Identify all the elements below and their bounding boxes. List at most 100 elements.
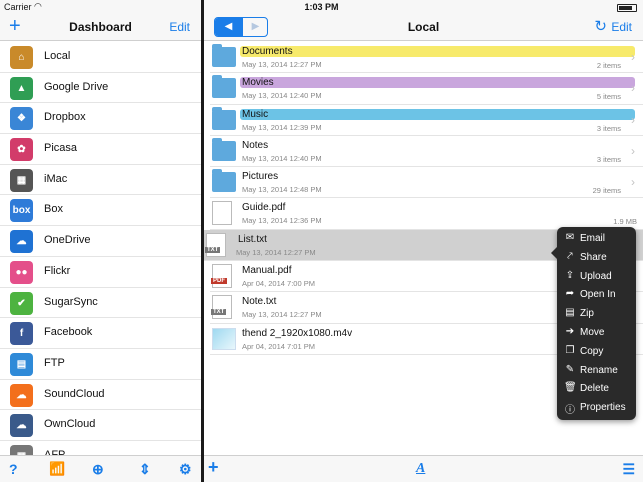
file-name: thend 2_1920x1080.m4v	[242, 327, 353, 339]
service-item[interactable]: ☁ OwnCloud	[0, 410, 201, 441]
service-label: OneDrive	[44, 234, 91, 247]
menu-item-rename[interactable]: ✎ Rename	[557, 361, 636, 380]
menu-item-label: Zip	[580, 308, 594, 320]
file-date: May 13, 2014 12:40 PM	[242, 91, 322, 101]
clock: 1:03 PM	[304, 2, 339, 12]
service-item[interactable]: ▲ Google Drive	[0, 73, 201, 104]
folder-row[interactable]: Music May 13, 2014 12:39 PM 3 items ›	[210, 105, 643, 136]
file-date: May 13, 2014 12:27 PM	[242, 310, 322, 320]
service-item[interactable]: ▤ FTP	[0, 349, 201, 380]
menu-item-label: Rename	[580, 364, 618, 376]
service-item[interactable]: ⌂ Local	[0, 42, 201, 73]
onedrive-icon: ☁	[10, 230, 33, 254]
menu-item-move[interactable]: ➔ Move	[557, 323, 636, 342]
menu-item-upload[interactable]: ⇪ Upload	[557, 267, 636, 286]
imac-icon: ▦	[10, 168, 33, 192]
folder-icon	[212, 137, 236, 161]
file-date: May 13, 2014 12:36 PM	[242, 216, 322, 226]
rename-icon: ✎	[565, 363, 575, 375]
email-icon: ✉	[565, 232, 575, 243]
folder-row[interactable]: Documents May 13, 2014 12:27 PM 2 items ›	[210, 42, 643, 74]
info-icon: ⓘ	[565, 405, 575, 417]
service-label: Box	[44, 203, 63, 216]
menu-item-open-in[interactable]: ➦ Open In	[557, 285, 636, 304]
service-item[interactable]: ❖ Dropbox	[0, 103, 201, 135]
battery-icon	[617, 4, 637, 12]
menu-item-label: Properties	[580, 402, 626, 414]
folder-row[interactable]: Movies May 13, 2014 12:40 PM 5 items ›	[210, 73, 643, 105]
picasa-icon: ✿	[10, 138, 33, 162]
menu-item-label: Email	[580, 233, 606, 244]
add-file-button[interactable]: +	[208, 458, 219, 476]
owncloud-icon: ☁	[10, 414, 33, 438]
service-label: Flickr	[44, 264, 71, 277]
file-date: Apr 04, 2014 7:00 PM	[242, 279, 315, 289]
menu-icon[interactable]: ☰	[622, 460, 635, 478]
file-date: May 13, 2014 12:27 PM	[242, 60, 322, 69]
service-item[interactable]: ●● Flickr	[0, 257, 201, 288]
folder-icon	[212, 75, 236, 99]
wifi-icon[interactable]: 📶	[49, 460, 65, 478]
service-item[interactable]: f Facebook	[0, 318, 201, 349]
menu-item-zip[interactable]: ▤ Zip	[557, 304, 636, 323]
menu-item-delete[interactable]: 🗑 Delete	[557, 379, 636, 398]
menu-item-label: Share	[580, 251, 607, 263]
service-item[interactable]: ✿ Picasa	[0, 134, 201, 165]
file-name: Music	[240, 108, 635, 120]
globe-icon[interactable]: ⊕	[92, 460, 104, 478]
dashboard-panel: + Dashboard Edit ⌂ Local ▲ Google Drive ❖ Dro…	[0, 14, 201, 482]
chevron-right-icon: ›	[631, 81, 635, 96]
chevron-right-icon: ›	[631, 50, 635, 64]
file-row[interactable]: Guide.pdf May 13, 2014 12:36 PM 1.9 MB	[210, 198, 643, 230]
chevron-right-icon: ›	[631, 143, 635, 158]
ftp-icon: ▤	[10, 352, 33, 376]
service-item[interactable]: box Box	[0, 195, 201, 227]
gear-icon[interactable]: ⚙	[179, 460, 192, 478]
file-date: May 13, 2014 12:40 PM	[242, 153, 322, 163]
service-item[interactable]: ✔ SugarSync	[0, 288, 201, 319]
service-item[interactable]: ▦ iMac	[0, 165, 201, 196]
service-item[interactable]: ☁ SoundCloud	[0, 380, 201, 411]
menu-item-label: Upload	[580, 270, 612, 282]
service-label: Dropbox	[44, 111, 86, 124]
menu-item-properties[interactable]: ⓘ Properties	[557, 398, 636, 417]
file-name: Note.txt	[242, 296, 277, 308]
chevron-right-icon: ›	[631, 112, 635, 127]
local-icon: ⌂	[10, 46, 33, 69]
folder-title: Local	[407, 20, 440, 34]
dashboard-navbar: + Dashboard Edit	[0, 14, 201, 41]
file-name: Pictures	[242, 171, 279, 183]
soundcloud-icon: ☁	[10, 383, 33, 407]
text-file-icon: TXT	[205, 232, 226, 257]
file-type-tag: TXT	[205, 246, 221, 253]
menu-item-email[interactable]: ✉ Email	[557, 229, 636, 248]
file-meta: 1.9 MB	[613, 217, 637, 227]
video-thumbnail	[212, 327, 236, 350]
move-icon: ➔	[565, 325, 575, 337]
file-name: List.txt	[238, 233, 267, 245]
service-label: Google Drive	[44, 80, 109, 93]
folder-row[interactable]: Notes May 13, 2014 12:40 PM 3 items ›	[210, 136, 643, 168]
service-label: iMac	[44, 172, 68, 185]
folder-icon	[212, 106, 236, 130]
menu-item-label: Delete	[580, 383, 609, 395]
font-icon[interactable]: A	[416, 460, 425, 478]
delete-icon: 🗑	[564, 382, 577, 394]
flickr-icon: ●●	[10, 260, 33, 284]
help-button[interactable]: ?	[9, 460, 18, 478]
service-list: ⌂ Local ▲ Google Drive ❖ Dropbox ✿ Picasa ▦ iMac b…	[0, 42, 201, 472]
file-edit-button[interactable]: Edit	[611, 20, 632, 34]
menu-item-share[interactable]: ⤤ Share	[557, 248, 636, 267]
share-icon: ⤤	[567, 250, 573, 262]
menu-item-copy[interactable]: ❐ Copy	[557, 342, 636, 361]
refresh-icon[interactable]: ↻	[594, 17, 607, 37]
folder-row[interactable]: Pictures May 13, 2014 12:48 PM 29 items ›	[210, 167, 643, 199]
google-drive-icon: ▲	[10, 76, 33, 100]
service-item[interactable]: ☁ OneDrive	[0, 226, 201, 257]
dashboard-edit-button[interactable]: Edit	[169, 20, 190, 34]
chevron-right-icon: ›	[631, 175, 635, 190]
file-date: May 13, 2014 12:27 PM	[236, 247, 316, 257]
file-meta: 2 items	[596, 61, 621, 70]
sort-icon[interactable]: ⇕	[139, 460, 151, 478]
file-browser-navbar: ◀ ▶ Local ↻ Edit	[204, 14, 643, 41]
